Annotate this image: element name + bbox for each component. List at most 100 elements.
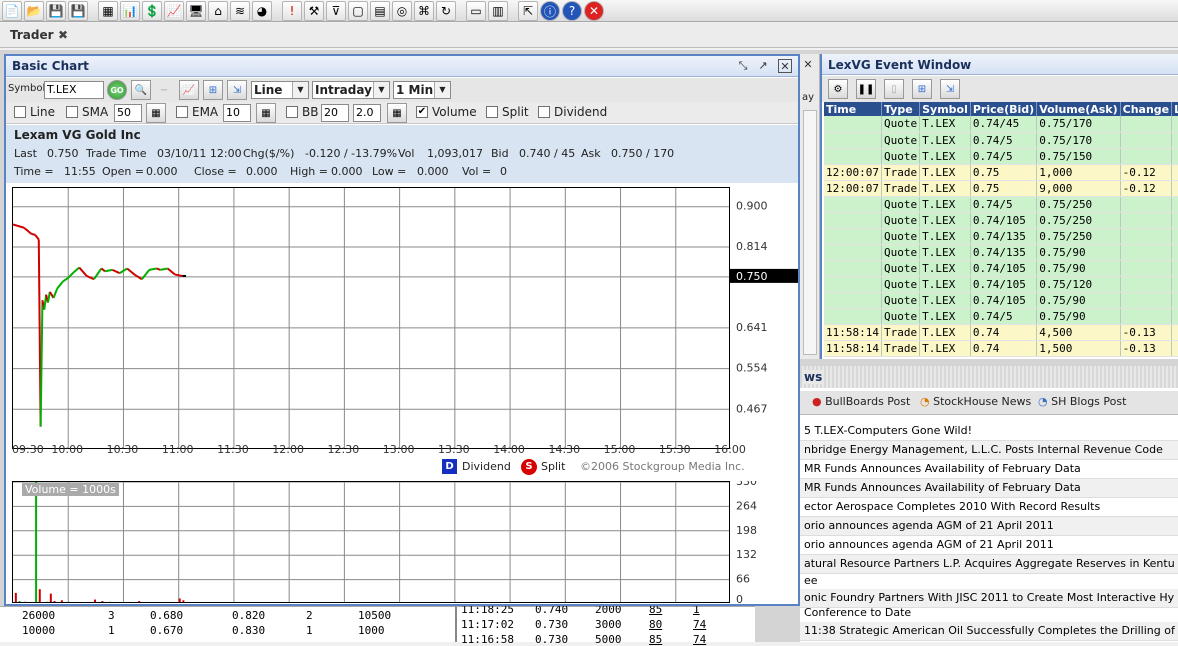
scrollbar[interactable]: [803, 110, 817, 355]
info-icon[interactable]: ⓘ: [540, 1, 560, 21]
layout-icon[interactable]: ▭: [466, 1, 486, 21]
tab-stockhouse[interactable]: ◔ StockHouse News: [920, 395, 1031, 408]
table-row[interactable]: QuoteT.LEX0.74/1350.75/90: [824, 244, 1178, 260]
tab-bullboards[interactable]: ● BullBoards Post: [812, 395, 910, 408]
chart-type-select[interactable]: Line▼: [251, 81, 309, 99]
document-icon[interactable]: ▢: [348, 1, 368, 21]
news-item[interactable]: ector Aerospace Completes 2010 With Reco…: [800, 498, 1178, 517]
news-item[interactable]: MR Funds Announces Availability of Febru…: [800, 479, 1178, 498]
column-header[interactable]: Price(Bid): [970, 102, 1036, 116]
column-header[interactable]: Change: [1120, 102, 1172, 116]
table-row[interactable]: QuoteT.LEX0.74/1050.75/90: [824, 292, 1178, 308]
chart-icon[interactable]: 📊: [120, 1, 140, 21]
new-icon[interactable]: 📄: [2, 1, 22, 21]
close-icon[interactable]: ✕: [801, 58, 815, 72]
save-icon[interactable]: 💾: [46, 1, 66, 21]
table-row[interactable]: QuoteT.LEX0.74/50.75/90: [824, 308, 1178, 324]
line-chart-icon[interactable]: 📈: [164, 1, 184, 21]
volume-checkbox[interactable]: ✔: [416, 106, 428, 118]
detach-icon[interactable]: ↗: [756, 59, 770, 73]
split-checkbox[interactable]: [486, 106, 498, 118]
chart-style-icon[interactable]: 📈: [179, 80, 199, 100]
table-row[interactable]: QuoteT.LEX0.74/450.75/170: [824, 116, 1178, 132]
globe-icon[interactable]: ◎: [392, 1, 412, 21]
tab-trader[interactable]: Trader: [4, 26, 60, 46]
refresh-icon[interactable]: ↻: [436, 1, 456, 21]
ema-period-input[interactable]: 10: [223, 104, 251, 122]
range-select[interactable]: Intraday▼: [312, 81, 390, 99]
sma-period-input[interactable]: 50: [114, 104, 142, 122]
table-row[interactable]: QuoteT.LEX0.74/1050.75/90: [824, 260, 1178, 276]
column-header[interactable]: Volume(Ask): [1037, 102, 1120, 116]
table-row[interactable]: QuoteT.LEX0.74/1050.75/250: [824, 212, 1178, 228]
ema-checkbox[interactable]: [176, 106, 188, 118]
sma-checkbox[interactable]: [66, 106, 78, 118]
alert-icon[interactable]: !: [282, 1, 302, 21]
news-item[interactable]: 11:38 Strategic American Oil Successfull…: [800, 622, 1178, 641]
column-header[interactable]: L: [1172, 102, 1178, 116]
filter-icon[interactable]: ⊽: [326, 1, 346, 21]
event-window-titlebar[interactable]: LexVG Event Window: [822, 54, 1178, 75]
home-icon[interactable]: ⌂: [208, 1, 228, 21]
export-icon[interactable]: ⇱: [518, 1, 538, 21]
chart-window-titlebar[interactable]: Basic Chart ⤡ ↗ ✕: [6, 56, 798, 77]
table-row[interactable]: QuoteT.LEX0.74/1050.75/120: [824, 276, 1178, 292]
tab-close-icon[interactable]: ✖: [58, 28, 70, 42]
money-icon[interactable]: 💲: [142, 1, 162, 21]
export-window-icon[interactable]: ⇲: [940, 79, 960, 99]
tools-icon[interactable]: ⚒: [304, 1, 324, 21]
table-row[interactable]: 12:00:07TradeT.LEX0.751,000-0.12: [824, 164, 1178, 180]
export-window-icon[interactable]: ⇲: [227, 80, 247, 100]
news-item[interactable]: orio announces agenda AGM of 21 April 20…: [800, 517, 1178, 536]
open-icon[interactable]: 📂: [24, 1, 44, 21]
add-window-icon[interactable]: ⊞: [912, 79, 932, 99]
table-row[interactable]: 11:58:14TradeT.LEX0.744,500-0.13: [824, 324, 1178, 340]
settings-icon[interactable]: ⚙: [828, 79, 848, 99]
document-icon[interactable]: ▯: [884, 79, 904, 99]
table-row[interactable]: QuoteT.LEX0.74/50.75/170: [824, 132, 1178, 148]
volume-chart[interactable]: [12, 481, 730, 603]
table-row[interactable]: 11:58:14TradeT.LEX0.741,500-0.13: [824, 340, 1178, 356]
news-item[interactable]: orio announces agenda AGM of 21 April 20…: [800, 536, 1178, 555]
table-row[interactable]: QuoteT.LEX0.74/50.75/150: [824, 148, 1178, 164]
news-item[interactable]: nbridge Energy Management, L.L.C. Posts …: [800, 441, 1178, 460]
table-row[interactable]: 12:00:07TradeT.LEX0.759,000-0.12: [824, 180, 1178, 196]
clipboard-icon[interactable]: ▤: [370, 1, 390, 21]
news-window-titlebar[interactable]: ws: [800, 366, 1178, 388]
line-checkbox[interactable]: [14, 106, 26, 118]
column-header[interactable]: Symbol: [920, 102, 971, 116]
tab-sh-blogs[interactable]: ◔ SH Blogs Post: [1038, 395, 1126, 408]
table-icon[interactable]: ▦: [98, 1, 118, 21]
monitor-icon[interactable]: 🖥: [186, 1, 206, 21]
column-header[interactable]: Type: [881, 102, 919, 116]
bb-checkbox[interactable]: [286, 106, 298, 118]
table-row[interactable]: QuoteT.LEX0.74/50.75/250: [824, 196, 1178, 212]
news-item[interactable]: Conference to Date: [800, 604, 1178, 623]
price-chart[interactable]: [12, 187, 730, 449]
close-icon[interactable]: ✕: [584, 1, 604, 21]
column-header[interactable]: Time: [824, 102, 881, 116]
bb-settings-icon[interactable]: ▦: [387, 103, 407, 123]
table-row[interactable]: QuoteT.LEX0.74/1350.75/250: [824, 228, 1178, 244]
bb-dev-input[interactable]: 2.0: [353, 104, 381, 122]
news-item[interactable]: MR Funds Announces Availability of Febru…: [800, 460, 1178, 479]
pie-icon[interactable]: ◕: [252, 1, 272, 21]
minimize-icon[interactable]: ⤡: [736, 59, 750, 73]
interval-select[interactable]: 1 Min▼: [393, 81, 451, 99]
news-item[interactable]: 5 T.LEX-Computers Gone Wild!: [800, 422, 1178, 441]
add-window-icon[interactable]: ⊞: [203, 80, 223, 100]
ema-settings-icon[interactable]: ▦: [256, 103, 276, 123]
sma-settings-icon[interactable]: ▦: [146, 103, 166, 123]
rss-icon[interactable]: ≋: [230, 1, 250, 21]
layout2-icon[interactable]: ▥: [488, 1, 508, 21]
network-icon[interactable]: ⌘: [414, 1, 434, 21]
pause-icon[interactable]: ❚❚: [856, 79, 876, 99]
go-button[interactable]: GO: [107, 80, 127, 100]
dividend-checkbox[interactable]: [538, 106, 550, 118]
save-as-icon[interactable]: 💾: [68, 1, 88, 21]
symbol-input[interactable]: T.LEX: [44, 81, 104, 99]
close-icon[interactable]: ✕: [778, 59, 792, 73]
help-icon[interactable]: ?: [562, 1, 582, 21]
minus-icon[interactable]: −: [154, 80, 174, 100]
bb-period-input[interactable]: 20: [321, 104, 349, 122]
